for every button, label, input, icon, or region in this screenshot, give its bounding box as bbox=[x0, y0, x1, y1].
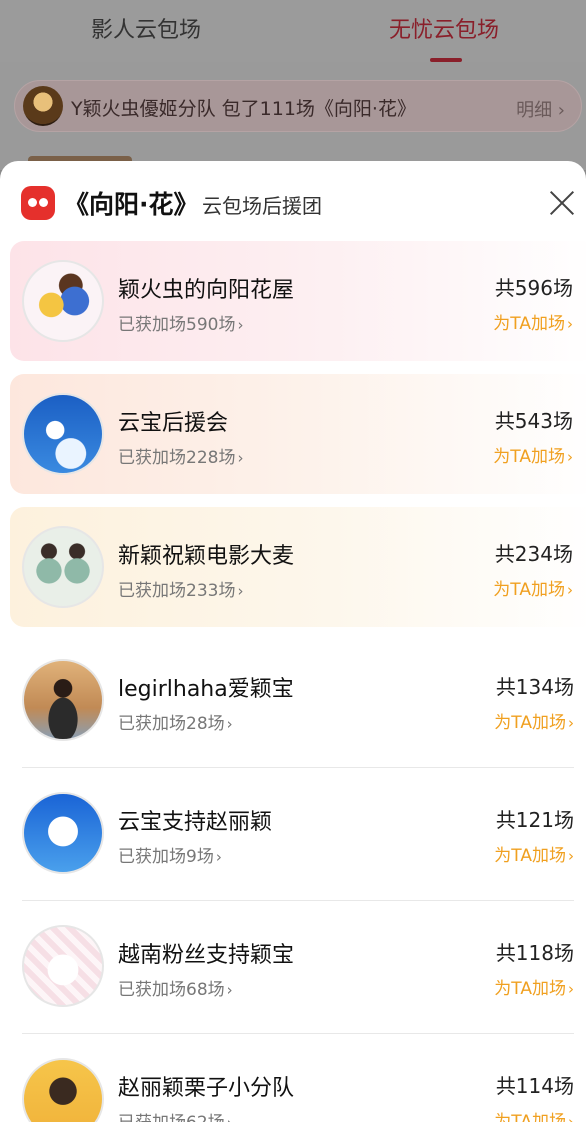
maoyan-cat-icon bbox=[21, 186, 55, 220]
banner-avatar bbox=[23, 86, 63, 126]
add-screening-button[interactable]: 为TA加场 › bbox=[493, 309, 573, 334]
group-name: 赵丽颖栗子小分队 bbox=[118, 1076, 295, 1101]
joined-count-link[interactable]: 已获加场62场› bbox=[118, 1108, 233, 1122]
joined-count-link[interactable]: 已获加场228场 › bbox=[118, 443, 243, 468]
booking-banner[interactable]: Y颖火虫優姬分队 包了111场《向阳·花》 明细 › bbox=[14, 80, 582, 132]
support-group-sheet: 《向阳·花》 云包场后援团 颖火虫的向阳花屋 已获加场590场 › 共596场 为… bbox=[0, 161, 586, 1122]
avatar bbox=[22, 925, 104, 1007]
total-count: 共234场 bbox=[494, 542, 573, 566]
total-count: 共543场 bbox=[494, 409, 573, 433]
group-name: 越南粉丝支持颖宝 bbox=[118, 943, 295, 968]
add-screening-button[interactable]: 为TA加场 › bbox=[494, 974, 574, 999]
group-name: 云宝支持赵丽颖 bbox=[118, 810, 273, 835]
joined-count-link[interactable]: 已获加场233场 › bbox=[118, 576, 243, 601]
avatar bbox=[22, 393, 104, 475]
joined-count-link[interactable]: 已获加场68场 › bbox=[118, 975, 233, 1000]
list-item[interactable]: 颖火虫的向阳花屋 已获加场590场 › 共596场 为TA加场 › bbox=[10, 241, 586, 361]
joined-count-link[interactable]: 已获加场9场 › bbox=[118, 842, 222, 867]
add-screening-button[interactable]: 为TA加场 › bbox=[494, 841, 574, 866]
tab-wuyou[interactable]: 无忧云包场 bbox=[389, 12, 499, 44]
add-screening-button[interactable]: 为TA加场 › bbox=[494, 708, 574, 733]
total-count: 共121场 bbox=[495, 808, 574, 832]
close-icon[interactable] bbox=[548, 189, 576, 217]
group-name: 颖火虫的向阳花屋 bbox=[118, 278, 295, 303]
avatar bbox=[22, 659, 104, 741]
total-count: 共118场 bbox=[495, 941, 574, 965]
active-tab-indicator bbox=[430, 58, 462, 62]
add-screening-button[interactable]: 为TA加场 › bbox=[493, 442, 573, 467]
group-name: 新颖祝颖电影大麦 bbox=[118, 544, 295, 569]
joined-count-link[interactable]: 已获加场590场 › bbox=[118, 310, 243, 335]
list-item[interactable]: legirlhaha爱颖宝 已获加场28场 › 共134场 为TA加场 › bbox=[22, 635, 574, 768]
group-name: legirlhaha爱颖宝 bbox=[118, 677, 294, 702]
list-item[interactable]: 云宝支持赵丽颖 已获加场9场 › 共121场 为TA加场 › bbox=[22, 768, 574, 901]
avatar bbox=[22, 526, 104, 608]
tab-yingren[interactable]: 影人云包场 bbox=[91, 12, 201, 44]
background-page: 影人云包场 无忧云包场 Y颖火虫優姬分队 包了111场《向阳·花》 明细 › bbox=[0, 0, 586, 170]
sheet-subtitle: 云包场后援团 bbox=[202, 194, 322, 218]
list-item[interactable]: 新颖祝颖电影大麦 已获加场233场 › 共234场 为TA加场 › bbox=[10, 507, 586, 627]
add-screening-button[interactable]: 为TA加场 › bbox=[493, 575, 573, 600]
group-name: 云宝后援会 bbox=[118, 411, 229, 436]
list-item[interactable]: 云宝后援会 已获加场228场 › 共543场 为TA加场 › bbox=[10, 374, 586, 494]
banner-text: Y颖火虫優姬分队 包了111场《向阳·花》 bbox=[71, 98, 416, 120]
joined-count-link[interactable]: 已获加场28场 › bbox=[118, 709, 233, 734]
list-item[interactable]: 赵丽颖栗子小分队 已获加场62场› 共114场 为TA加场› bbox=[22, 1034, 574, 1122]
avatar bbox=[22, 1058, 104, 1122]
avatar bbox=[22, 260, 104, 342]
banner-detail-link[interactable]: 明细 › bbox=[516, 96, 565, 122]
top-tab-bar: 影人云包场 无忧云包场 bbox=[0, 0, 586, 62]
avatar bbox=[22, 792, 104, 874]
total-count: 共114场 bbox=[495, 1074, 574, 1098]
total-count: 共596场 bbox=[494, 276, 573, 300]
add-screening-button[interactable]: 为TA加场 › bbox=[494, 1107, 574, 1122]
sheet-header: 《向阳·花》 云包场后援团 bbox=[0, 161, 586, 241]
sheet-title: 《向阳·花》 bbox=[64, 190, 199, 219]
total-count: 共134场 bbox=[495, 675, 574, 699]
list-item[interactable]: 越南粉丝支持颖宝 已获加场68场 › 共118场 为TA加场 › bbox=[22, 901, 574, 1034]
